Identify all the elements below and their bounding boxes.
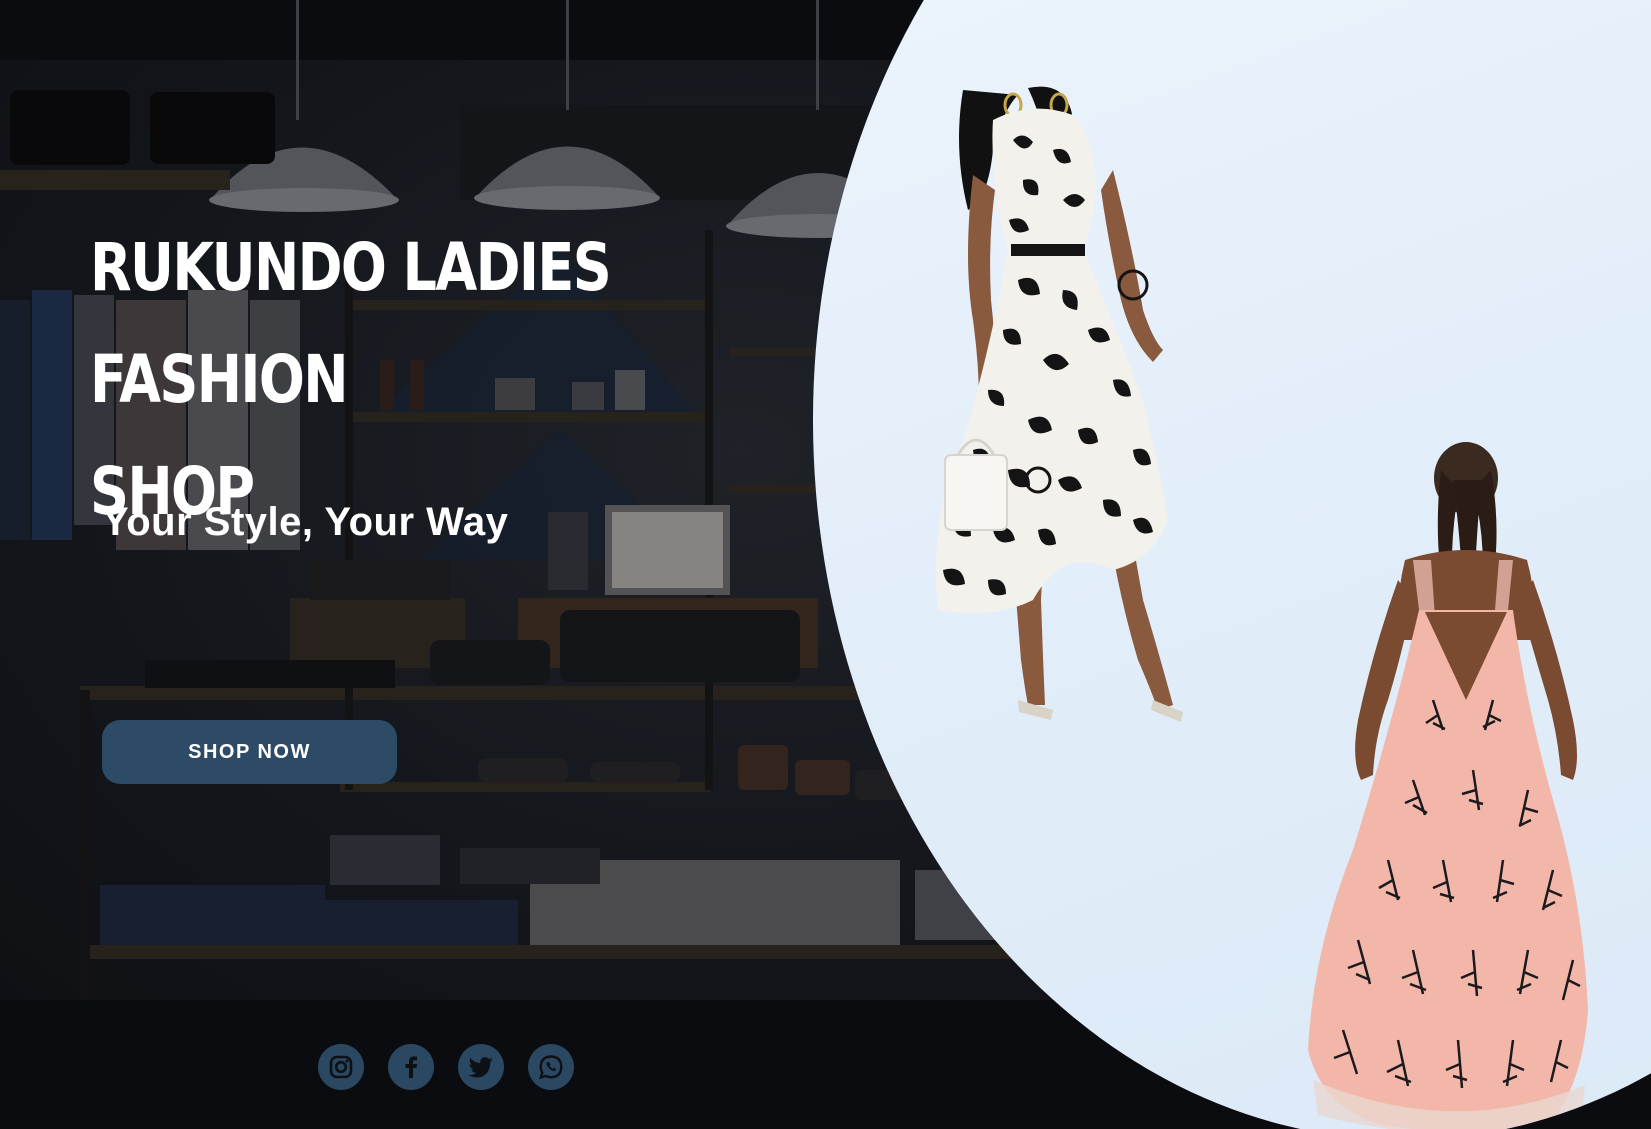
whatsapp-icon[interactable]	[528, 1044, 574, 1090]
facebook-icon[interactable]	[388, 1044, 434, 1090]
tagline: Your Style, Your Way	[102, 500, 509, 544]
product-showcase-circle	[813, 0, 1651, 1129]
social-links	[318, 1044, 574, 1090]
twitter-icon[interactable]	[458, 1044, 504, 1090]
hero-section: RUKUNDO LADIES FASHION SHOP Your Style, …	[0, 0, 1651, 1129]
shop-now-button[interactable]: SHOP NOW	[102, 720, 397, 784]
instagram-icon[interactable]	[318, 1044, 364, 1090]
shop-title: RUKUNDO LADIES FASHION SHOP	[90, 212, 648, 548]
product-models-illustration	[935, 86, 1588, 1129]
shop-title-line-1: RUKUNDO LADIES FASHION	[90, 229, 612, 418]
